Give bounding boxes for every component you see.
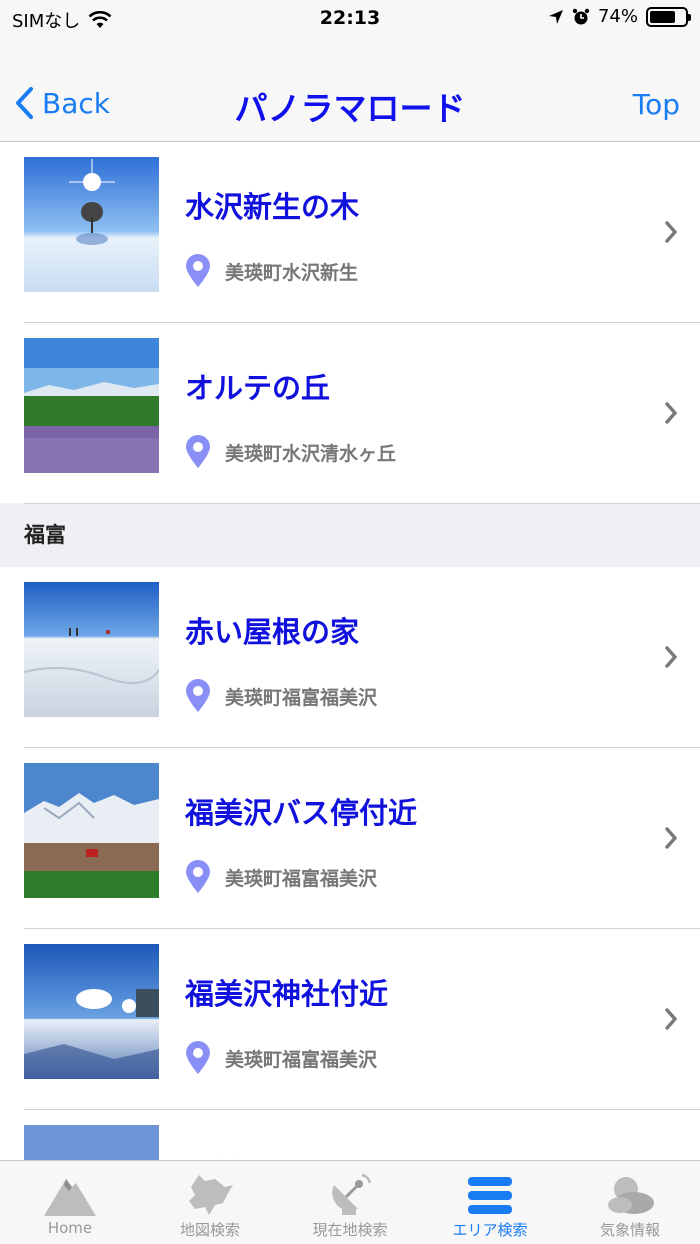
tab-map-search[interactable]: 地図検索 [140,1161,280,1244]
chevron-right-icon [665,402,677,424]
spot-thumbnail [24,582,159,717]
spot-title: 赤い屋根の家 [185,615,360,649]
spot-address: 美瑛町水沢新生 [185,254,358,288]
spot-address-text: 美瑛町福富福美沢 [225,1048,378,1071]
list-item[interactable]: 赤い屋根の家 美瑛町福富福美沢 [24,567,700,748]
mountain-icon [44,1179,96,1216]
spot-address-text: 美瑛町福富福美沢 [225,686,378,709]
chevron-right-icon [665,221,677,243]
map-pin-icon [186,254,210,287]
chevron-right-icon [665,1008,677,1030]
spot-thumbnail [24,944,159,1079]
spot-thumbnail [24,1125,159,1160]
list-item[interactable]: 福美沢付近 [24,1110,700,1160]
tab-label: エリア検索 [452,1221,528,1239]
alarm-icon [572,8,590,24]
spot-address-text: 美瑛町水沢清水ヶ丘 [225,442,397,465]
top-button[interactable]: Top [633,88,680,121]
spot-title: 福美沢付近 [185,1152,330,1160]
tab-current-location[interactable]: 現在地検索 [280,1161,420,1244]
tab-weather[interactable]: 気象情報 [560,1161,700,1244]
list-item[interactable]: 福美沢バス停付近 美瑛町福富福美沢 [24,748,700,929]
section-header: 福富 [0,503,700,567]
spot-list[interactable]: 水沢新生の木 美瑛町水沢新生 オルテの丘 美瑛町水沢清水ヶ丘 福富 赤い屋根の家… [0,142,700,1160]
spot-thumbnail [24,157,159,292]
tab-home[interactable]: Home [0,1161,140,1244]
spot-address: 美瑛町水沢清水ヶ丘 [185,435,396,469]
satellite-dish-icon [332,1173,372,1215]
spot-title: 福美沢バス停付近 [185,796,418,830]
page-title: パノラマロード [234,89,466,128]
map-pin-icon [186,860,210,893]
list-icon [468,1177,512,1214]
spot-title: 福美沢神社付近 [185,977,389,1011]
spot-thumbnail [24,338,159,473]
navigation-bar: Back パノラマロード Top [0,40,700,142]
spot-address: 美瑛町福富福美沢 [185,860,377,894]
chevron-right-icon [665,646,677,668]
map-pin-icon [186,679,210,712]
location-arrow-icon [548,9,563,24]
tab-label: 地図検索 [179,1221,240,1239]
tab-label: 現在地検索 [312,1221,388,1239]
tab-bar: Home 地図検索 現在地検索 エリア検索 気象情報 [0,1160,700,1244]
spot-title: 水沢新生の木 [185,190,360,224]
map-pin-icon [186,435,210,468]
battery-icon [646,6,691,27]
spot-address-text: 美瑛町水沢新生 [225,261,359,284]
spot-address: 美瑛町福富福美沢 [185,1041,377,1075]
tab-label: Home [47,1219,93,1237]
battery-percent: 74% [597,6,638,27]
spot-address: 美瑛町福富福美沢 [185,679,377,713]
spot-address-text: 美瑛町福富福美沢 [225,867,378,890]
spot-thumbnail [24,763,159,898]
list-item[interactable]: 水沢新生の木 美瑛町水沢新生 [24,142,700,323]
weather-icon [608,1177,654,1214]
tab-label: 気象情報 [599,1221,660,1239]
tab-area-search[interactable]: エリア検索 [420,1161,560,1244]
map-pin-icon [186,1041,210,1074]
status-bar: SIMなし 22:13 74% [0,0,700,40]
list-item[interactable]: オルテの丘 美瑛町水沢清水ヶ丘 [24,323,700,504]
chevron-right-icon [665,827,677,849]
hokkaido-map-icon [189,1175,233,1215]
spot-title: オルテの丘 [185,371,331,405]
list-item[interactable]: 福美沢神社付近 美瑛町福富福美沢 [24,929,700,1110]
